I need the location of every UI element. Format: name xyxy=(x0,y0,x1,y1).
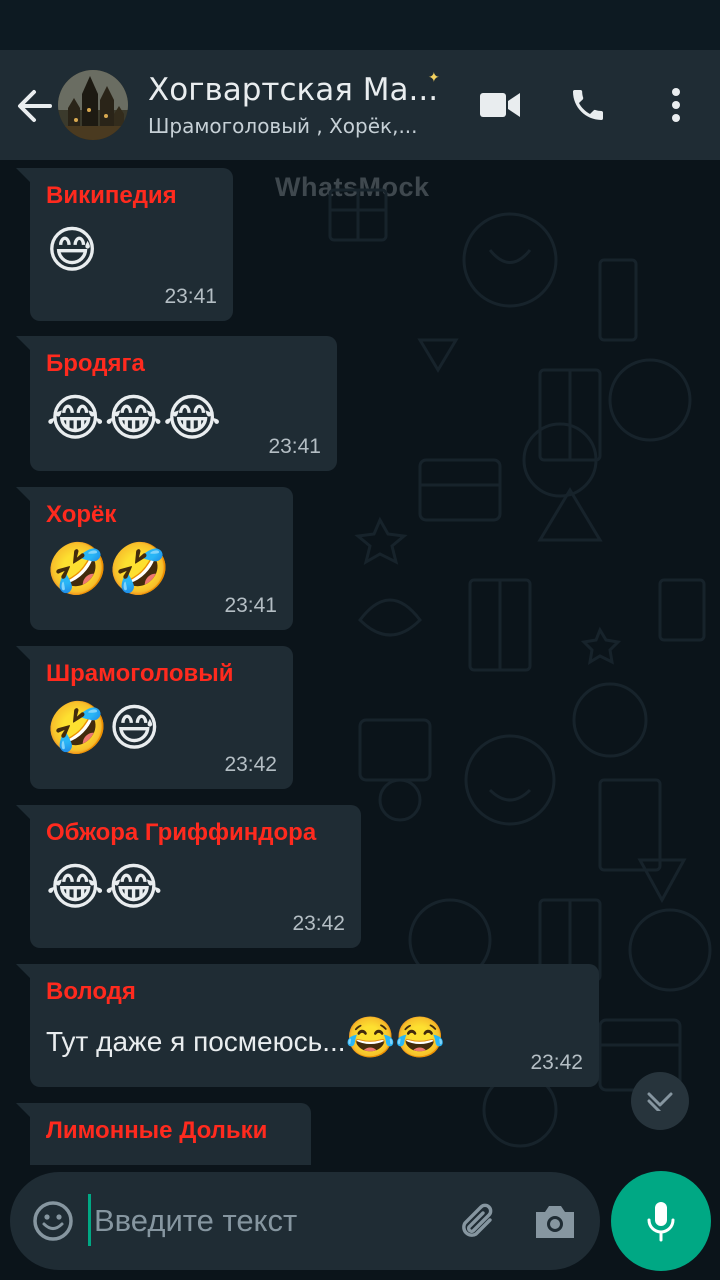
chat-title[interactable]: Хогвартская Ма... xyxy=(148,72,438,108)
message-sender: Шрамоголовый xyxy=(46,660,234,687)
bubble-tail xyxy=(16,646,30,660)
voice-record-button[interactable] xyxy=(611,1171,711,1271)
message-sender: Хорёк xyxy=(46,501,117,528)
message-text: Тут даже я посмеюсь...😂😂 xyxy=(46,1018,583,1062)
message-content: 😂😂 xyxy=(46,858,163,916)
bubble-tail xyxy=(16,336,30,350)
more-options-button[interactable] xyxy=(651,80,701,130)
phone-icon xyxy=(573,90,603,120)
video-call-icon xyxy=(480,93,520,117)
message-bubble[interactable]: Володя Тут даже я посмеюсь...😂😂 23:42 xyxy=(16,964,599,1087)
message-emojis: 😂😂 xyxy=(345,1016,446,1060)
message-sender: Володя xyxy=(46,978,136,1005)
message-content: 🤣😅 xyxy=(46,699,161,757)
message-time: 23:41 xyxy=(268,435,321,458)
message-time: 23:42 xyxy=(292,912,345,935)
message-bubble[interactable]: Хорёк 🤣🤣 23:41 xyxy=(16,487,293,630)
bubble-tail xyxy=(16,964,30,978)
bubble-tail xyxy=(16,1103,30,1117)
sparkle-icon: ✦ xyxy=(428,70,440,86)
message-bubble[interactable]: Википедия 😅 23:41 xyxy=(16,168,233,321)
message-list[interactable]: Википедия 😅 23:41 Бродяга 😂😂😂 23:41 Хорё… xyxy=(0,160,720,1165)
message-sender: Обжора Гриффиндора xyxy=(46,819,317,846)
message-bubble[interactable]: Бродяга 😂😂😂 23:41 xyxy=(16,336,337,471)
chat-participants[interactable]: Шрамоголовый , Хорёк,... xyxy=(148,114,438,138)
message-time: 23:42 xyxy=(530,1051,583,1074)
chevron-down-icon xyxy=(647,1092,673,1111)
group-avatar[interactable] xyxy=(58,70,128,140)
attach-icon[interactable] xyxy=(456,1198,502,1244)
chat-header: Хогвартская Ма... ✦ Шрамоголовый , Хорёк… xyxy=(0,50,720,202)
back-button[interactable] xyxy=(14,86,54,126)
bubble-tail xyxy=(16,168,30,182)
message-bubble[interactable]: Шрамоголовый 🤣😅 23:42 xyxy=(16,646,293,789)
video-call-button[interactable] xyxy=(475,80,525,130)
bubble-tail xyxy=(16,487,30,501)
bubble-tail xyxy=(16,805,30,819)
camera-icon[interactable] xyxy=(532,1200,578,1242)
message-sender: Википедия xyxy=(46,182,177,209)
message-time: 23:42 xyxy=(224,753,277,776)
message-content: 😅 xyxy=(46,221,99,279)
message-sender: Лимонные Дольки xyxy=(46,1117,268,1144)
more-vert-icon xyxy=(672,88,680,122)
message-content: 🤣🤣 xyxy=(46,540,171,598)
message-composer xyxy=(10,1172,600,1270)
message-text-content: Тут даже я посмеюсь... xyxy=(46,1026,346,1057)
status-bar xyxy=(0,0,720,50)
message-time: 23:41 xyxy=(164,285,217,308)
message-bubble[interactable]: Лимонные Дольки xyxy=(16,1103,311,1165)
message-input[interactable] xyxy=(90,1196,434,1246)
voice-call-button[interactable] xyxy=(563,80,613,130)
message-bubble[interactable]: Обжора Гриффиндора 😂😂 23:42 xyxy=(16,805,361,948)
back-arrow-icon xyxy=(18,90,52,122)
message-sender: Бродяга xyxy=(46,350,145,377)
castle-image xyxy=(58,70,128,140)
emoji-icon[interactable] xyxy=(32,1200,74,1242)
mic-icon xyxy=(647,1202,675,1242)
message-time: 23:41 xyxy=(224,594,277,617)
scroll-to-bottom-button[interactable] xyxy=(631,1072,689,1130)
